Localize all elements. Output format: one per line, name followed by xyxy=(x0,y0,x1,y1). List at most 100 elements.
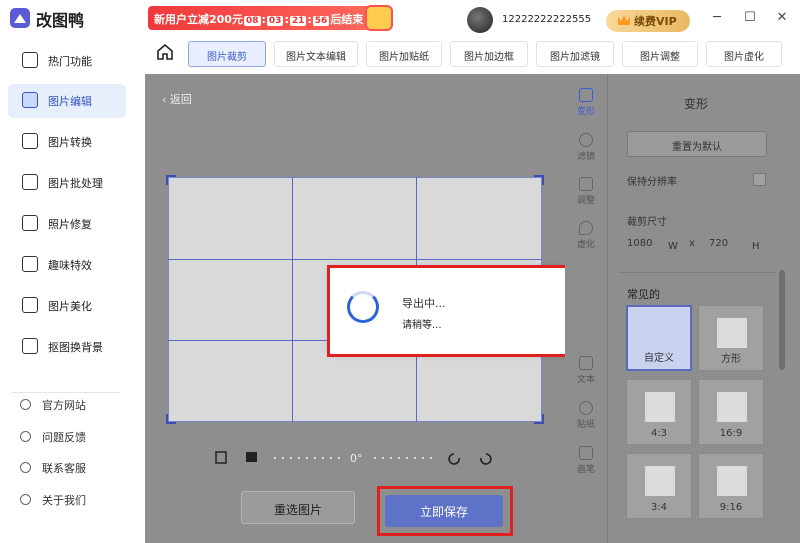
tab-blur[interactable]: 图片虚化 xyxy=(706,41,782,67)
panel-scrollbar[interactable] xyxy=(779,270,785,370)
flip-horizontal-icon[interactable] xyxy=(215,451,227,464)
reselect-image-button[interactable]: 重选图片 xyxy=(241,491,355,524)
sidebar-item-beautify[interactable]: 图片美化 xyxy=(8,289,126,323)
reselect-label: 重选图片 xyxy=(273,503,322,517)
tool-transform[interactable]: 变形 xyxy=(565,88,607,117)
close-icon[interactable]: ✕ xyxy=(775,11,789,25)
rocket-icon xyxy=(22,52,38,68)
preset-custom[interactable]: 自定义 xyxy=(626,305,692,371)
height-unit: H xyxy=(752,241,760,252)
monitor-icon xyxy=(20,399,31,410)
app-logo-icon xyxy=(10,8,30,28)
highlight-box xyxy=(377,486,513,536)
link-support[interactable]: 联系客服 xyxy=(20,460,86,476)
keep-ratio-checkbox[interactable] xyxy=(753,173,766,186)
sidebar-item-batch[interactable]: 图片批处理 xyxy=(8,166,126,200)
sidebar-item-label: 照片修复 xyxy=(48,218,92,231)
home-icon[interactable] xyxy=(156,43,174,61)
promo-banner[interactable]: 新用户立减200元 08:03:21:56 后结束 xyxy=(148,6,388,30)
preset-thumbnail xyxy=(717,318,747,348)
crop-grid-line xyxy=(292,177,293,422)
rotate-right-icon[interactable] xyxy=(480,453,492,465)
batch-icon xyxy=(22,174,38,190)
rotation-value: 0° xyxy=(350,452,363,465)
tool-filter[interactable]: 滤镜 xyxy=(565,133,607,162)
countdown-minutes: 03 xyxy=(266,16,284,26)
tab-sticker[interactable]: 图片加贴纸 xyxy=(366,41,442,67)
common-presets-label: 常见的 xyxy=(627,288,660,301)
keep-ratio-label: 保持分辨率 xyxy=(627,177,677,188)
sidebar-item-label: 图片美化 xyxy=(48,300,92,313)
sidebar: 热门功能 图片编辑 图片转换 图片批处理 照片修复 趣味特效 图片美化 抠图换背… xyxy=(0,36,130,543)
sidebar-item-convert[interactable]: 图片转换 xyxy=(8,125,126,159)
tool-blur[interactable]: 虚化 xyxy=(565,221,607,250)
vip-renew-button[interactable]: 续费VIP xyxy=(606,10,690,32)
rotate-left-icon[interactable] xyxy=(448,453,460,465)
tab-text-edit[interactable]: 图片文本编辑 xyxy=(274,41,358,67)
link-label: 关于我们 xyxy=(42,494,86,507)
sidebar-item-label: 图片编辑 xyxy=(48,95,92,108)
tool-brush[interactable]: 画笔 xyxy=(565,446,607,475)
crop-handle-top-right[interactable] xyxy=(534,175,544,185)
back-label: 返回 xyxy=(169,93,192,106)
tool-label: 文本 xyxy=(576,375,595,385)
vip-label: 续费VIP xyxy=(634,15,677,28)
sidebar-item-label: 趣味特效 xyxy=(48,259,92,272)
height-input[interactable]: 720 xyxy=(709,238,728,249)
text-icon xyxy=(579,356,593,370)
link-about[interactable]: 关于我们 xyxy=(20,492,86,508)
sidebar-item-cutout[interactable]: 抠图换背景 xyxy=(8,330,126,364)
tool-sticker[interactable]: 贴纸 xyxy=(565,401,607,430)
link-label: 官方网站 xyxy=(42,399,86,412)
preset-4-3[interactable]: 4:3 xyxy=(626,379,692,445)
preset-thumbnail xyxy=(645,392,675,422)
tool-adjust[interactable]: 调整 xyxy=(565,177,607,206)
tab-crop[interactable]: 图片裁剪 xyxy=(188,41,266,67)
minimize-icon[interactable]: ─ xyxy=(710,11,724,25)
link-feedback[interactable]: 问题反馈 xyxy=(20,429,86,445)
username[interactable]: 12222222222555 xyxy=(502,14,591,25)
preset-square[interactable]: 方形 xyxy=(698,305,764,371)
tab-adjust[interactable]: 图片调整 xyxy=(622,41,698,67)
feedback-icon xyxy=(20,431,31,442)
sidebar-item-hot[interactable]: 热门功能 xyxy=(8,44,126,78)
tab-filter[interactable]: 图片加滤镜 xyxy=(536,41,614,67)
sidebar-item-effects[interactable]: 趣味特效 xyxy=(8,248,126,282)
sidebar-divider xyxy=(12,392,120,393)
crop-size-label: 裁剪尺寸 xyxy=(627,217,667,228)
back-button[interactable]: ‹ 返回 xyxy=(162,91,192,107)
tool-label: 画笔 xyxy=(576,465,595,475)
sidebar-item-repair[interactable]: 照片修复 xyxy=(8,207,126,241)
drop-icon xyxy=(579,221,593,235)
countdown-seconds: 21 xyxy=(289,16,307,26)
support-icon xyxy=(20,462,31,473)
preset-16-9[interactable]: 16:9 xyxy=(698,379,764,445)
tab-border[interactable]: 图片加边框 xyxy=(450,41,528,67)
tool-label: 调整 xyxy=(576,196,595,206)
tool-label: 贴纸 xyxy=(576,420,595,430)
crop-handle-bottom-left[interactable] xyxy=(166,414,176,424)
preset-9-16[interactable]: 9:16 xyxy=(698,453,764,519)
crop-handle-top-left[interactable] xyxy=(166,175,176,185)
countdown-hours: 08 xyxy=(243,16,261,26)
panel-divider xyxy=(620,272,775,273)
photo-repair-icon xyxy=(22,215,38,231)
sidebar-item-edit[interactable]: 图片编辑 xyxy=(8,84,126,118)
sidebar-item-label: 抠图换背景 xyxy=(48,341,103,354)
preset-3-4[interactable]: 3:4 xyxy=(626,453,692,519)
reset-default-button[interactable]: 重置为默认 xyxy=(627,131,767,157)
width-input[interactable]: 1080 xyxy=(627,238,652,249)
beautify-icon xyxy=(22,297,38,313)
link-label: 联系客服 xyxy=(42,462,86,475)
gift-icon[interactable] xyxy=(365,5,393,31)
preset-thumbnail xyxy=(717,392,747,422)
maximize-icon[interactable]: ☐ xyxy=(743,11,757,25)
sidebar-item-label: 热门功能 xyxy=(48,55,92,68)
tool-text[interactable]: 文本 xyxy=(565,356,607,385)
app-title: 改图鸭 xyxy=(36,11,85,30)
crop-handle-bottom-right[interactable] xyxy=(534,414,544,424)
preset-label: 9:16 xyxy=(719,502,743,513)
flip-vertical-icon[interactable] xyxy=(246,452,257,462)
avatar[interactable] xyxy=(467,7,493,33)
link-official-site[interactable]: 官方网站 xyxy=(20,397,86,413)
